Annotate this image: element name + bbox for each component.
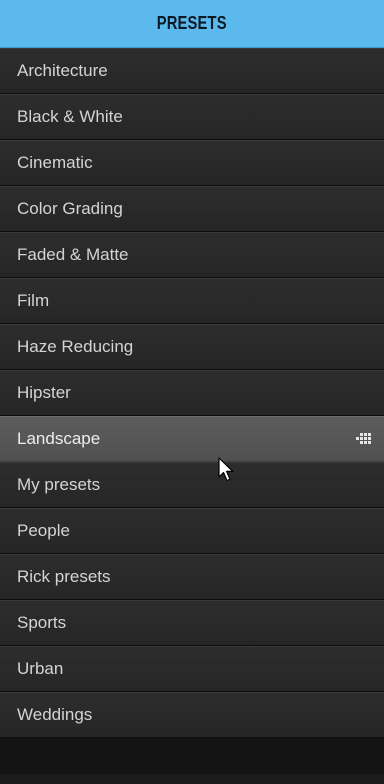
preset-item-cinematic[interactable]: Cinematic xyxy=(0,140,384,186)
grid-view-icon[interactable] xyxy=(356,432,374,446)
preset-label: Film xyxy=(17,291,50,310)
preset-item-color-grading[interactable]: Color Grading xyxy=(0,186,384,232)
preset-item-film[interactable]: Film xyxy=(0,278,384,324)
presets-panel: PRESETS Architecture Black & White Cinem… xyxy=(0,0,384,784)
preset-label: Black & White xyxy=(17,107,123,126)
preset-label: Landscape xyxy=(17,429,101,448)
preset-item-urban[interactable]: Urban xyxy=(0,646,384,692)
preset-item-landscape[interactable]: Landscape xyxy=(0,416,384,462)
preset-label: Cinematic xyxy=(17,153,93,172)
preset-item-my-presets[interactable]: My presets xyxy=(0,462,384,508)
preset-item-architecture[interactable]: Architecture xyxy=(0,48,384,94)
preset-item-weddings[interactable]: Weddings xyxy=(0,692,384,738)
presets-list: Architecture Black & White Cinematic Col… xyxy=(0,48,384,738)
preset-label: My presets xyxy=(17,475,101,494)
preset-label: Hipster xyxy=(17,383,71,402)
presets-header: PRESETS xyxy=(0,0,384,48)
preset-label: Urban xyxy=(17,659,64,678)
preset-item-people[interactable]: People xyxy=(0,508,384,554)
preset-item-hipster[interactable]: Hipster xyxy=(0,370,384,416)
preset-label: Faded & Matte xyxy=(17,245,129,264)
preset-item-faded-matte[interactable]: Faded & Matte xyxy=(0,232,384,278)
presets-title: PRESETS xyxy=(156,13,228,33)
preset-label: Architecture xyxy=(17,61,108,80)
preset-item-haze-reducing[interactable]: Haze Reducing xyxy=(0,324,384,370)
preset-item-rick-presets[interactable]: Rick presets xyxy=(0,554,384,600)
list-footer xyxy=(0,738,384,774)
preset-label: Weddings xyxy=(17,705,93,724)
preset-item-black-white[interactable]: Black & White xyxy=(0,94,384,140)
preset-label: Sports xyxy=(17,613,67,632)
preset-label: People xyxy=(17,521,70,540)
preset-label: Rick presets xyxy=(17,567,111,586)
preset-label: Haze Reducing xyxy=(17,337,134,356)
preset-item-sports[interactable]: Sports xyxy=(0,600,384,646)
preset-label: Color Grading xyxy=(17,199,123,218)
